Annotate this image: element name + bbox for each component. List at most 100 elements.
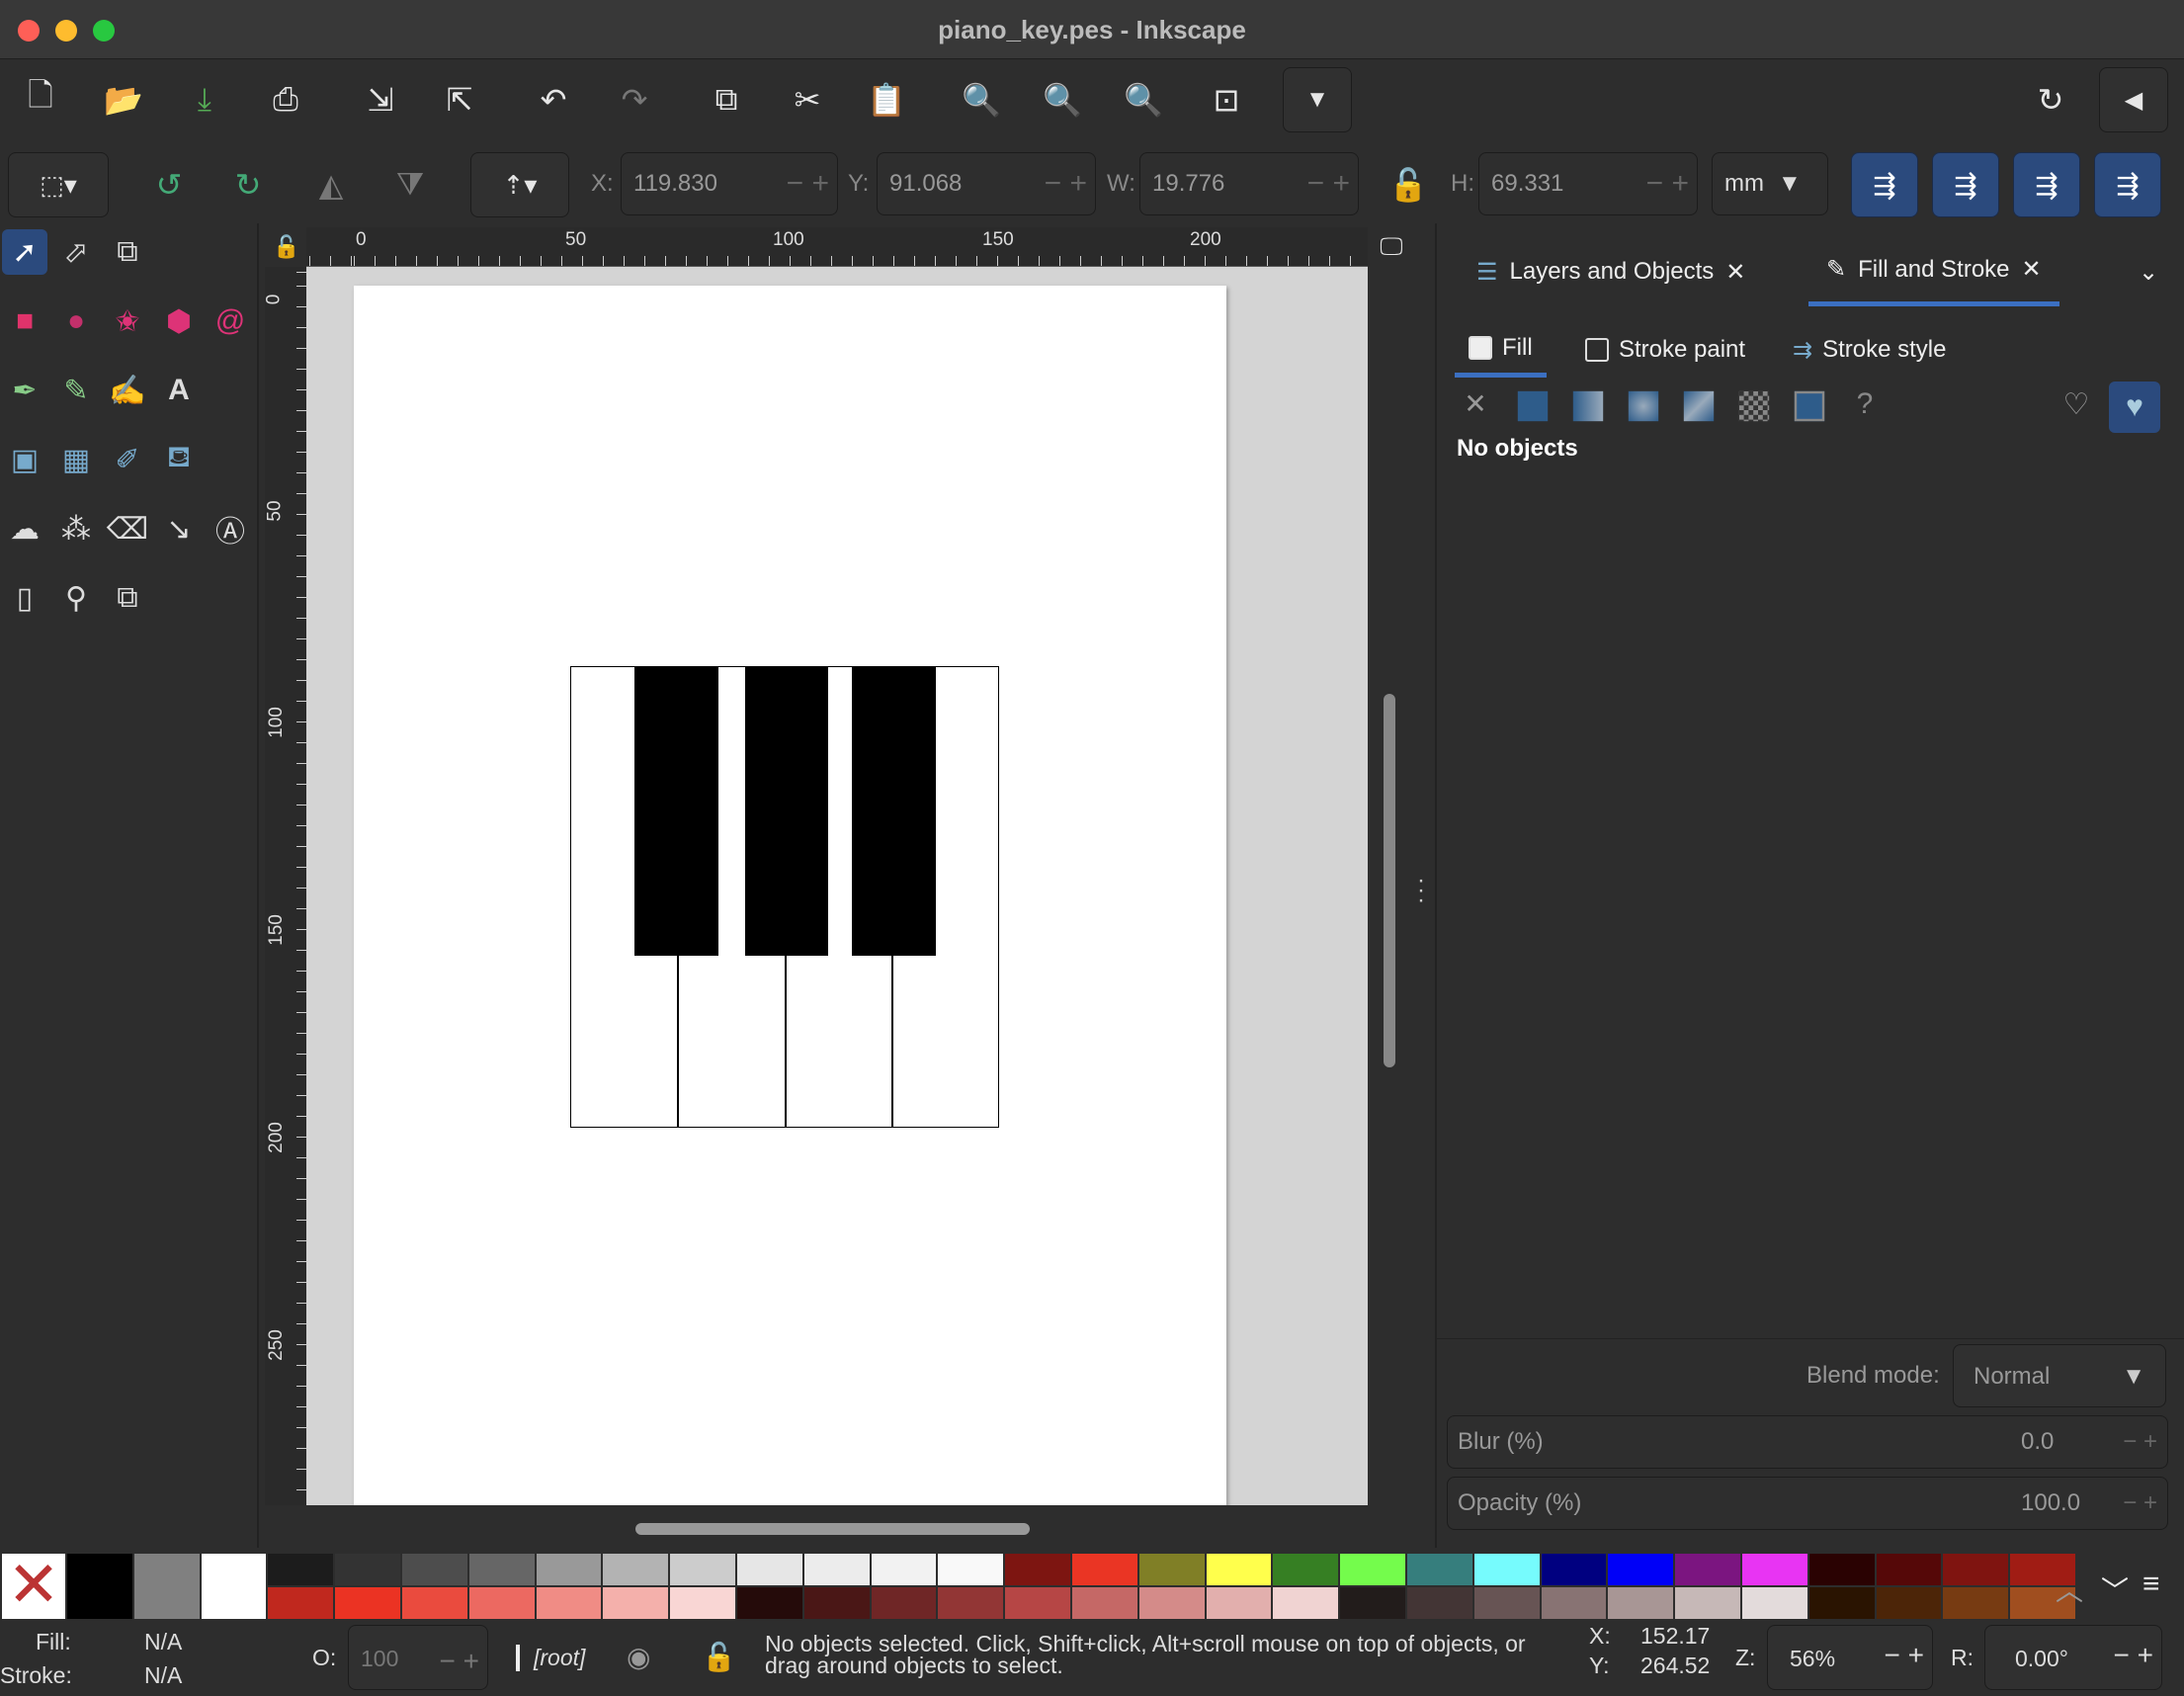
h-input[interactable]: 69.331 − +: [1478, 152, 1698, 215]
color-swatch[interactable]: [1742, 1554, 1807, 1585]
color-swatch[interactable]: [1340, 1554, 1405, 1585]
color-swatch[interactable]: [670, 1587, 735, 1619]
x-stepper[interactable]: − +: [787, 167, 829, 201]
color-swatch[interactable]: [1072, 1587, 1137, 1619]
horizontal-scrollbar[interactable]: [635, 1523, 1030, 1535]
zoom-tool-icon[interactable]: ⚲: [53, 575, 99, 621]
fill-value[interactable]: N/A: [144, 1629, 182, 1655]
calligraphy-tool-icon[interactable]: ✍: [105, 368, 150, 413]
spray-tool-icon[interactable]: ⁂: [53, 506, 99, 551]
color-swatch[interactable]: [1473, 1554, 1540, 1585]
undo-icon[interactable]: ↶: [529, 75, 578, 125]
color-swatch[interactable]: [536, 1587, 602, 1619]
blur-stepper[interactable]: − +: [2123, 1428, 2157, 1456]
move-gradients-button[interactable]: ⇶: [2013, 152, 2080, 217]
color-swatch[interactable]: [1541, 1554, 1607, 1585]
w-input[interactable]: 19.776 − +: [1139, 152, 1359, 215]
color-swatch[interactable]: [1005, 1554, 1070, 1585]
close-tab-icon[interactable]: ✕: [1725, 258, 1745, 287]
eraser-tool-icon[interactable]: ⌫: [105, 506, 150, 551]
color-swatch[interactable]: [335, 1587, 400, 1619]
color-swatch[interactable]: [1742, 1587, 1807, 1619]
color-swatch[interactable]: [1473, 1587, 1540, 1619]
color-swatch[interactable]: [670, 1554, 735, 1585]
no-paint-icon[interactable]: ✕: [1457, 387, 1494, 425]
tweak-tool-icon[interactable]: ☁: [2, 506, 47, 551]
radial-gradient-icon[interactable]: [1628, 390, 1659, 422]
color-swatch[interactable]: [1072, 1554, 1137, 1585]
color-swatch[interactable]: [1273, 1554, 1339, 1585]
color-swatch[interactable]: [1340, 1587, 1405, 1619]
print-icon[interactable]: ⎙: [261, 75, 310, 125]
3d-box-tool-icon[interactable]: ⬢: [156, 298, 202, 344]
stroke-value[interactable]: N/A: [144, 1662, 182, 1689]
color-swatch[interactable]: [1138, 1587, 1205, 1619]
cut-icon[interactable]: ✂: [783, 75, 832, 125]
swatch-icon[interactable]: [1794, 390, 1825, 422]
dropper-tool-icon[interactable]: ✐: [105, 437, 150, 482]
rotate-cw-icon[interactable]: ↻: [223, 160, 273, 210]
rotate-input[interactable]: 0.00° − +: [1984, 1625, 2162, 1690]
fill-rule-evenodd-icon[interactable]: ♡: [2058, 387, 2095, 425]
zoom-selection-icon[interactable]: 🔍: [957, 75, 1006, 125]
color-swatch[interactable]: [1206, 1554, 1272, 1585]
pen-tool-icon[interactable]: ✒: [2, 368, 47, 413]
black-key[interactable]: [634, 667, 718, 956]
color-swatch[interactable]: [737, 1587, 802, 1619]
tab-layers-and-objects[interactable]: ☰ Layers and Objects ✕: [1476, 237, 1745, 306]
zoom-stepper[interactable]: − +: [1885, 1640, 1924, 1671]
canvas-lock-icon[interactable]: 🔓: [267, 227, 306, 267]
scale-stroke-button[interactable]: ⇶: [1851, 152, 1918, 217]
unset-paint-icon[interactable]: ?: [1846, 387, 1884, 425]
subtab-stroke-paint[interactable]: Stroke paint: [1585, 322, 1745, 378]
color-swatch[interactable]: [1005, 1587, 1070, 1619]
x-input[interactable]: 119.830 − +: [621, 152, 838, 215]
mesh-gradient-icon[interactable]: [1683, 390, 1715, 422]
color-swatch[interactable]: [1407, 1587, 1472, 1619]
rotate-stepper[interactable]: − +: [2114, 1640, 2153, 1671]
flat-color-icon[interactable]: [1517, 390, 1549, 422]
new-document-icon[interactable]: 🗋: [16, 75, 65, 125]
save-icon[interactable]: ⤓: [180, 75, 229, 125]
opacity-slider[interactable]: Opacity (%) 100.0 − +: [1447, 1477, 2168, 1530]
blur-slider[interactable]: Blur (%) 0.0 − +: [1447, 1415, 2168, 1469]
color-swatch[interactable]: [268, 1587, 334, 1619]
color-swatch[interactable]: [268, 1554, 334, 1585]
pattern-icon[interactable]: [1738, 390, 1770, 422]
star-tool-icon[interactable]: ✬: [105, 298, 150, 344]
duplicate-icon[interactable]: ⧉: [702, 75, 751, 125]
color-swatch[interactable]: [1138, 1554, 1205, 1585]
w-stepper[interactable]: − +: [1307, 167, 1350, 201]
layer-lock-icon[interactable]: 🔓: [702, 1641, 736, 1673]
palette-menu-icon[interactable]: ≡: [2142, 1568, 2160, 1601]
subtab-fill[interactable]: Fill: [1455, 322, 1547, 378]
y-input[interactable]: 91.068 − +: [877, 152, 1096, 215]
visibility-eye-icon[interactable]: ◉: [627, 1641, 650, 1673]
spiral-tool-icon[interactable]: @: [208, 298, 253, 344]
zoom-input[interactable]: 56% − +: [1767, 1625, 1933, 1690]
pages-tool-icon[interactable]: ▯: [2, 575, 47, 621]
color-swatch[interactable]: [938, 1554, 1004, 1585]
zoom-drawing-icon[interactable]: 🔍: [1038, 75, 1087, 125]
y-stepper[interactable]: − +: [1045, 167, 1087, 201]
measure-tool-icon[interactable]: ⧉: [105, 575, 150, 621]
open-icon[interactable]: 📂: [99, 75, 148, 125]
color-swatch[interactable]: [133, 1554, 200, 1619]
color-swatch[interactable]: [1876, 1587, 1942, 1619]
select-all-dropdown-icon[interactable]: ⬚▾: [8, 152, 109, 217]
color-swatch[interactable]: [603, 1587, 669, 1619]
color-swatch[interactable]: [1943, 1587, 2009, 1619]
color-swatch[interactable]: [536, 1554, 602, 1585]
palette-scroll-down-icon[interactable]: ﹀: [2101, 1569, 2129, 1609]
more-dropdown-icon[interactable]: ▼: [1283, 67, 1352, 132]
ellipse-tool-icon[interactable]: ●: [53, 298, 99, 344]
vertical-ruler[interactable]: 0 50 100 150 200 250: [263, 267, 306, 1505]
move-patterns-button[interactable]: ⇶: [2094, 152, 2161, 217]
color-swatch[interactable]: [468, 1554, 535, 1585]
scale-corners-button[interactable]: ⇶: [1932, 152, 1999, 217]
color-swatch[interactable]: [468, 1587, 535, 1619]
mesh-tool-icon[interactable]: ▦: [53, 437, 99, 482]
color-swatch[interactable]: [1608, 1554, 1674, 1585]
opacity-input[interactable]: 100 − +: [348, 1625, 488, 1690]
color-swatch[interactable]: [1273, 1587, 1339, 1619]
